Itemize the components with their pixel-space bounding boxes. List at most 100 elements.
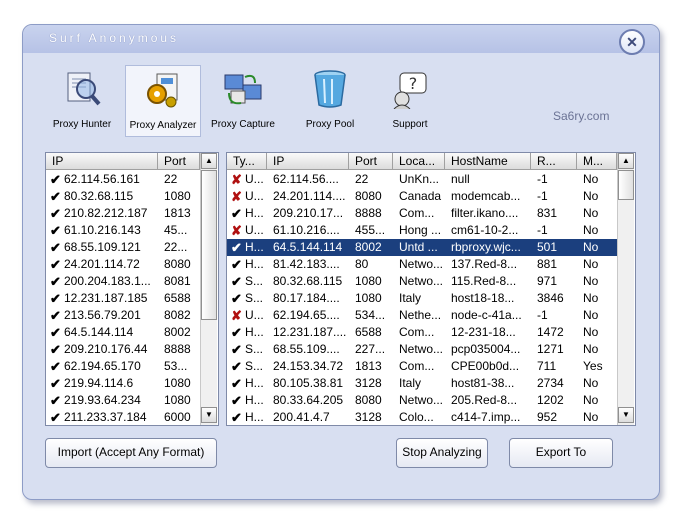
hostname-cell: pcp035004... [451,342,521,356]
scroll-down-button[interactable]: ▼ [201,407,217,423]
ip-cell: 213.56.79.201 [64,308,141,322]
list-item[interactable]: ✔ 211.233.37.184 6000 [46,409,200,425]
ip-cell: 219.93.64.234 [64,393,141,407]
table-row[interactable]: ✔ H... 81.42.183.... 80 Netwo... 137.Red-8...… [227,256,617,273]
port-cell: 455... [355,223,386,237]
right-proxy-list[interactable]: Ty... IP Port Loca... HostName R... M...… [226,152,636,426]
table-row[interactable]: ✔ H... 80.105.38.81 3128 Italy host81-38... 27… [227,375,617,392]
ip-cell: 219.94.114.6 [64,376,134,390]
table-row[interactable]: ✔ H... 12.231.187.... 6588 Com... 12-231-18..… [227,324,617,341]
export-button[interactable]: Export To [509,438,613,468]
list-item[interactable]: ✔ 24.201.114.72 8080 [46,256,200,273]
table-row[interactable]: ✔ S... 80.17.184.... 1080 Italy host18-18... 3… [227,290,617,307]
ip-cell: 80.32.68.115 [273,274,343,288]
column-header-r[interactable]: R... [531,153,577,170]
toolbar-support[interactable]: ? Support [373,65,447,135]
table-row[interactable]: ✘ U... 62.114.56.... 22 UnKn... null -1 No [227,171,617,188]
list-item[interactable]: ✔ 210.82.212.187 1813 [46,205,200,222]
cross-icon: ✘ [231,223,242,238]
scroll-thumb[interactable] [201,170,217,320]
list-item[interactable]: ✔ 68.55.109.121 22... [46,239,200,256]
table-row[interactable]: ✔ H... 200.41.4.7 3128 Colo... c414-7.imp... 9… [227,409,617,425]
hostname-cell: node-c-41a... [451,308,522,322]
scroll-down-button[interactable]: ▼ [618,407,634,423]
location-cell: Netwo... [399,274,444,288]
check-icon: ✔ [231,376,242,391]
ip-cell: 61.10.216.... [273,223,340,237]
response-cell: -1 [537,308,548,322]
ip-cell: 80.17.184.... [273,291,340,305]
type-cell: H... [245,240,264,254]
check-icon: ✔ [231,325,242,340]
table-row[interactable]: ✔ S... 24.153.34.72 1813 Com... CPE00b0d... 71… [227,358,617,375]
scroll-up-button[interactable]: ▲ [618,153,634,169]
column-header-ip[interactable]: IP [46,153,158,170]
stop-analyzing-button[interactable]: Stop Analyzing [396,438,488,468]
m-cell: No [583,393,599,407]
ip-cell: 24.201.114.72 [64,257,140,271]
port-cell: 8080 [164,257,191,271]
table-row[interactable]: ✔ H... 209.210.17... 8888 Com... filter.ikano… [227,205,617,222]
toolbar-proxy-hunter[interactable]: Proxy Hunter [45,65,119,135]
table-row[interactable]: ✘ U... 24.201.114.... 8080 Canada modemcab...… [227,188,617,205]
table-row[interactable]: ✘ U... 62.194.65.... 534... Nethe... node-c-4… [227,307,617,324]
list-item[interactable]: ✔ 62.194.65.170 53... [46,358,200,375]
list-item[interactable]: ✔ 62.114.56.161 22 [46,171,200,188]
ip-cell: 200.204.183.1... [64,274,151,288]
close-button[interactable]: ✕ [619,29,645,55]
type-cell: S... [245,359,264,373]
list-item[interactable]: ✔ 64.5.144.114 8002 [46,324,200,341]
port-cell: 8081 [164,274,191,288]
table-row[interactable]: ✔ S... 80.32.68.115 1080 Netwo... 115.Red-8..… [227,273,617,290]
response-cell: 501 [537,240,558,254]
response-cell: 2734 [537,376,564,390]
check-icon: ✔ [50,308,61,323]
column-header-location[interactable]: Loca... [393,153,445,170]
toolbar-label: Support [392,119,428,130]
hostname-cell: null [451,172,470,186]
port-cell: 6000 [164,410,191,424]
toolbar-proxy-pool[interactable]: Proxy Pool [293,65,367,135]
table-row[interactable]: ✔ H... 80.33.64.205 8080 Netwo... 205.Red-8..… [227,392,617,409]
column-header-hostname[interactable]: HostName [445,153,531,170]
toolbar-label: Proxy Hunter [52,119,112,130]
hostname-cell: host81-38... [451,376,515,390]
column-header-m[interactable]: M... [577,153,617,170]
toolbar-proxy-capture[interactable]: Proxy Capture [206,65,280,135]
response-cell: -1 [537,172,548,186]
left-proxy-list[interactable]: IP Port ✔ 62.114.56.161 22 ✔ 80.32.68.115 108… [45,152,219,426]
m-cell: No [583,223,599,237]
column-header-port[interactable]: Port [158,153,200,170]
ip-cell: 62.194.65.... [273,308,340,322]
port-cell: 1080 [355,291,382,305]
list-item[interactable]: ✔ 61.10.216.143 45... [46,222,200,239]
check-icon: ✔ [50,257,61,272]
port-cell: 80 [355,257,369,271]
list-item[interactable]: ✔ 219.94.114.6 1080 [46,375,200,392]
table-row[interactable]: ✔ H... 64.5.144.114 8002 Untd ... rbproxy.wjc… [227,239,617,256]
import-button[interactable]: Import (Accept Any Format) [45,438,217,468]
table-row[interactable]: ✔ S... 68.55.109.... 227... Netwo... pcp03500… [227,341,617,358]
list-item[interactable]: ✔ 219.93.64.234 1080 [46,392,200,409]
right-scrollbar[interactable]: ▲ ▼ [617,153,634,425]
toolbar-proxy-analyzer[interactable]: Proxy Analyzer [125,65,201,137]
list-item[interactable]: ✔ 209.210.176.44 8888 [46,341,200,358]
list-item[interactable]: ✔ 80.32.68.115 1080 [46,188,200,205]
ip-cell: 64.5.144.114 [64,325,134,339]
check-icon: ✔ [231,274,242,289]
port-cell: 8888 [355,206,382,220]
column-header-ip[interactable]: IP [267,153,349,170]
location-cell: Italy [399,291,422,305]
list-item[interactable]: ✔ 12.231.187.185 6588 [46,290,200,307]
left-scrollbar[interactable]: ▲ ▼ [200,153,217,425]
list-item[interactable]: ✔ 213.56.79.201 8082 [46,307,200,324]
column-header-port[interactable]: Port [349,153,393,170]
table-row[interactable]: ✘ U... 61.10.216.... 455... Hong ... cm61-10-… [227,222,617,239]
column-header-type[interactable]: Ty... [227,153,267,170]
scroll-up-button[interactable]: ▲ [201,153,217,169]
response-cell: 711 [537,359,557,373]
title-bar[interactable]: Surf Anonymous ✕ [23,25,659,55]
scroll-thumb[interactable] [618,170,634,200]
type-cell: S... [245,274,264,288]
list-item[interactable]: ✔ 200.204.183.1... 8081 [46,273,200,290]
